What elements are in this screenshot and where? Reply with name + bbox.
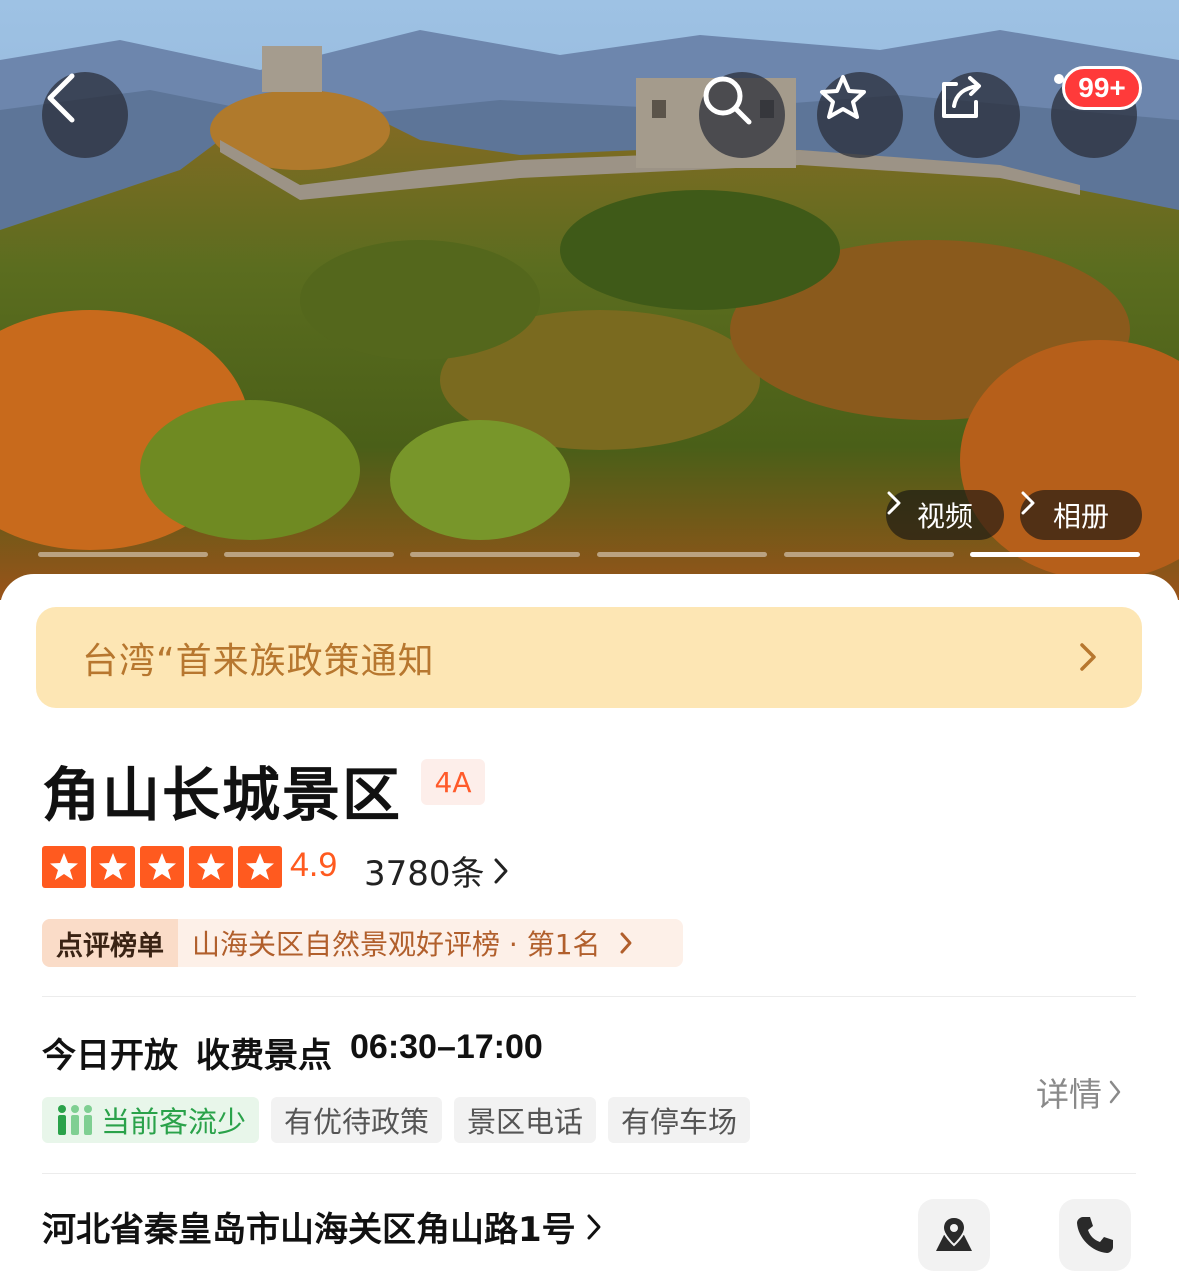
chevron-right-icon [587, 1214, 601, 1239]
opening-hours: 今日开放 收费景点 06:30–17:00 [42, 1028, 543, 1077]
tag-label: 有停车场 [621, 1105, 738, 1139]
tag-parking[interactable]: 有停车场 [608, 1097, 751, 1143]
notification-badge: 99+ [1062, 66, 1142, 110]
address-text: 河北省秦皇岛市山海关区角山路1号 [42, 1210, 576, 1250]
review-count-link[interactable]: 3780条 [364, 846, 509, 895]
tag-phone[interactable]: 景区电话 [454, 1097, 597, 1143]
ranking-tag-label: 点评榜单 [56, 930, 164, 962]
open-status: 今日开放 [42, 1036, 178, 1076]
search-icon [703, 76, 752, 125]
share-icon [942, 76, 981, 118]
star-icon [238, 846, 282, 888]
star-icon [189, 846, 233, 888]
hero-photo[interactable]: 99+ 视频 相册 [0, 0, 1179, 600]
star-icon [42, 846, 86, 888]
star-icon [820, 75, 866, 119]
policy-notice-banner[interactable]: 台湾“首来族政策通知 [36, 607, 1142, 708]
share-button[interactable] [934, 72, 1020, 158]
ranking-bar[interactable]: 点评榜单 山海关区自然景观好评榜 · 第1名 [42, 919, 683, 967]
tag-discount-policy[interactable]: 有优待政策 [271, 1097, 443, 1143]
hours-detail-link[interactable]: 详情 [1036, 1068, 1122, 1116]
star-icon [140, 846, 184, 888]
album-button[interactable]: 相册 [1020, 490, 1142, 540]
gallery-progress-segment [38, 552, 208, 557]
phone-icon [1077, 1217, 1113, 1253]
level-badge: 4A [421, 759, 485, 805]
gallery-progress-segment-active [970, 552, 1140, 557]
tag-label: 有优待政策 [284, 1105, 430, 1139]
search-button[interactable] [699, 72, 785, 158]
review-count: 3780条 [364, 854, 485, 894]
back-button[interactable] [42, 72, 128, 158]
detail-label: 详情 [1036, 1075, 1102, 1114]
ranking-tag: 点评榜单 [42, 919, 178, 967]
chevron-right-icon [1109, 1080, 1121, 1104]
chevron-right-icon [1080, 643, 1096, 671]
open-time: 06:30–17:00 [350, 1028, 543, 1066]
divider [42, 996, 1136, 997]
chevron-right-icon [620, 932, 632, 954]
chevron-right-icon [494, 858, 508, 883]
star-icon [91, 846, 135, 888]
attraction-title: 角山长城景区 [42, 761, 403, 829]
video-button-label: 视频 [916, 500, 973, 533]
tag-label: 当前客流少 [101, 1105, 247, 1139]
fee-type: 收费景点 [196, 1036, 332, 1076]
gallery-progress-segment [224, 552, 394, 557]
feature-tags: 当前客流少 有优待政策 景区电话 有停车场 [42, 1097, 751, 1143]
video-button[interactable]: 视频 [886, 490, 1004, 540]
album-button-label: 相册 [1052, 500, 1109, 533]
map-navigation-button[interactable] [918, 1199, 990, 1271]
notice-text: 台湾“首来族政策通知 [82, 640, 435, 682]
divider [42, 1173, 1136, 1174]
chevron-right-icon [1021, 491, 1035, 515]
rating-score: 4.9 [290, 846, 338, 884]
chevron-right-icon [887, 491, 901, 515]
gallery-progress-segment [410, 552, 580, 557]
people-icon [58, 1105, 92, 1135]
chevron-left-icon [47, 73, 75, 123]
tag-label: 景区电话 [467, 1105, 584, 1139]
ranking-text: 山海关区自然景观好评榜 · 第1名 [192, 928, 601, 961]
address-link[interactable]: 河北省秦皇岛市山海关区角山路1号 [42, 1202, 602, 1251]
tag-crowd-level: 当前客流少 [42, 1097, 260, 1143]
star-rating [42, 846, 282, 888]
gallery-progress-segment [784, 552, 954, 557]
favorite-button[interactable] [817, 72, 903, 158]
gallery-progress-segment [597, 552, 767, 557]
map-pin-icon [936, 1215, 972, 1251]
call-button[interactable] [1059, 1199, 1131, 1271]
